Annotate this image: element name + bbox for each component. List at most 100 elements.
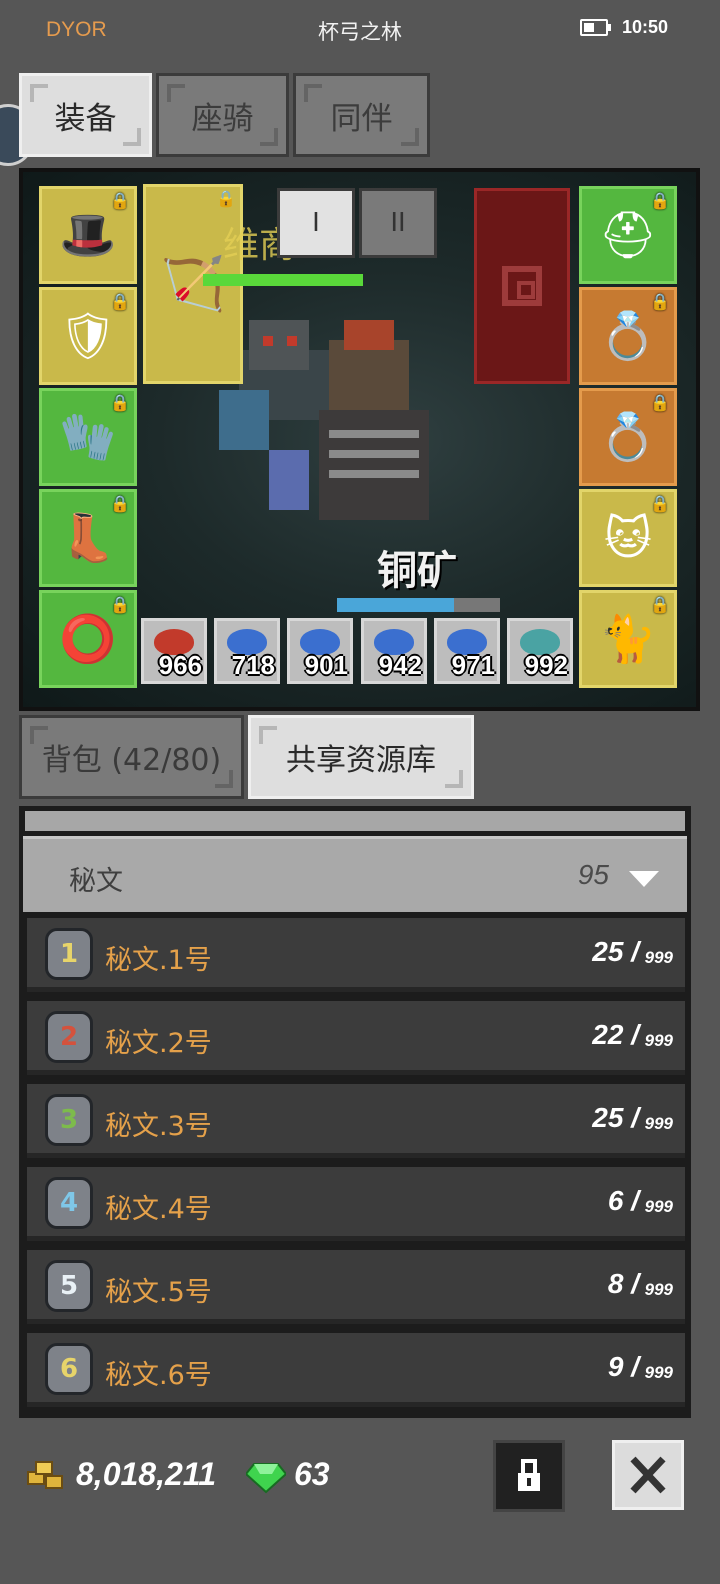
resource-count: 992 [524, 650, 568, 680]
resource-count: 718 [231, 650, 275, 680]
crown-helmet-icon: 🎩 [59, 207, 117, 262]
rune-stone-icon: 2 [45, 1011, 93, 1063]
item-name: 秘文.3号 [105, 1111, 212, 1142]
horned-helmet-icon: ⛑ [598, 207, 658, 262]
tab-equipment-label: 装备 [54, 100, 117, 137]
gold-amount: 8,018,211 [76, 1456, 216, 1492]
item-name: 秘文.2号 [105, 1028, 212, 1059]
equip-slot-ring-1[interactable]: 🔒 💍 [579, 287, 677, 385]
gem-amount: 63 [294, 1456, 330, 1492]
tab-backpack[interactable]: 背包 (42/80) [19, 715, 244, 799]
gauntlet-icon: 🧤 [59, 409, 117, 464]
boots-icon: 👢 [59, 510, 117, 565]
category-dropdown[interactable]: 秘文 95 [23, 836, 687, 912]
resource-slot-2[interactable]: 718 [214, 618, 280, 684]
emerald-gem-icon [246, 1463, 286, 1494]
resource-slot-4[interactable]: 942 [361, 618, 427, 684]
rune-stone-icon: 6 [45, 1343, 93, 1395]
target-slot[interactable] [474, 188, 570, 384]
rune-stone-icon: 4 [45, 1177, 93, 1229]
gold-coins-icon [27, 1461, 63, 1489]
rune-stone-icon: 5 [45, 1260, 93, 1312]
tab-equipment[interactable]: 装备 [19, 73, 152, 157]
list-item[interactable]: 2 秘文.2号 22 / 999 [27, 1001, 685, 1075]
item-max: 999 [644, 1031, 673, 1050]
gold-ring-icon: 💍 [599, 409, 657, 464]
loadout-tab-1[interactable]: I [277, 188, 355, 258]
tab-mount-label: 座骑 [191, 100, 254, 137]
clock: 10:50 [622, 17, 669, 37]
resource-slot-6[interactable]: 992 [507, 618, 573, 684]
list-item[interactable]: 3 秘文.3号 25 / 999 [27, 1084, 685, 1158]
target-icon [502, 266, 542, 306]
skeleton-creature-sprite [219, 320, 429, 520]
item-name: 秘文.1号 [105, 945, 212, 976]
list-item[interactable]: 4 秘文.4号 6 / 999 [27, 1167, 685, 1241]
close-icon [630, 1456, 666, 1494]
item-max: 999 [644, 1114, 673, 1133]
belt-icon: ⭕ [59, 611, 117, 666]
item-max: 999 [644, 1363, 673, 1382]
resource-count: 942 [378, 650, 422, 680]
lock-icon: 🔒 [650, 494, 670, 513]
equip-slot-armor[interactable]: 🔒 🛡 [39, 287, 137, 385]
tab-companion-label: 同伴 [330, 100, 393, 137]
equip-slot-belt[interactable]: 🔒 ⭕ [39, 590, 137, 688]
panel-header-strip [25, 811, 685, 831]
tab-shared-resources-label: 共享资源库 [286, 743, 436, 778]
battle-scene: 🔒 🎩 🔒 🛡 🔒 🧤 🔒 👢 🔒 ⭕ 🔒 🏹 维商 I II 🔒 ⛑ 🔒 💍 … [19, 168, 700, 711]
list-item[interactable]: 1 秘文.1号 25 / 999 [27, 918, 685, 992]
companion-portrait-icon: 🐱 [604, 511, 652, 565]
category-count: 95 [577, 859, 609, 890]
item-max: 999 [644, 948, 673, 967]
item-quantity: 9 / [607, 1351, 639, 1382]
item-quantity: 25 / [592, 1102, 639, 1133]
tab-mount[interactable]: 座骑 [156, 73, 289, 157]
mob-health-fill [337, 598, 455, 612]
gold-ring-icon: 💍 [599, 308, 657, 363]
rune-stone-icon: 3 [45, 1094, 93, 1146]
close-button[interactable] [612, 1440, 684, 1510]
tab-companion[interactable]: 同伴 [293, 73, 430, 157]
item-name: 秘文.6号 [105, 1360, 212, 1391]
resource-slot-5[interactable]: 971 [434, 618, 500, 684]
resource-slot-3[interactable]: 901 [287, 618, 353, 684]
resource-count: 966 [158, 650, 202, 680]
item-quantity: 8 / [607, 1268, 639, 1299]
item-name: 秘文.4号 [105, 1194, 212, 1225]
equip-slot-pet[interactable]: 🔒 🐈 [579, 590, 677, 688]
lock-icon: 🔒 [216, 189, 236, 208]
resource-count: 901 [304, 650, 348, 680]
loadout-tab-2[interactable]: II [359, 188, 437, 258]
item-quantity: 6 / [607, 1185, 639, 1216]
item-name: 秘文.5号 [105, 1277, 212, 1308]
item-quantity: 22 / [592, 1019, 639, 1050]
equip-slot-gloves[interactable]: 🔒 🧤 [39, 388, 137, 486]
equip-slot-horned-helmet[interactable]: 🔒 ⛑ [579, 186, 677, 284]
mob-name: 铜矿 [377, 548, 457, 594]
rune-stone-icon: 1 [45, 928, 93, 980]
equip-slot-helmet[interactable]: 🔒 🎩 [39, 186, 137, 284]
mob-health-bar [337, 598, 500, 612]
tab-backpack-label: 背包 (42/80) [41, 743, 222, 778]
list-item[interactable]: 5 秘文.5号 8 / 999 [27, 1250, 685, 1324]
resource-slot-1[interactable]: 966 [141, 618, 207, 684]
category-label: 秘文 [69, 866, 123, 897]
cat-portrait-icon: 🐈 [599, 611, 657, 666]
app-title: 杯弓之林 [318, 20, 402, 44]
list-item[interactable]: 6 秘文.6号 9 / 999 [27, 1333, 685, 1407]
equip-slot-ring-2[interactable]: 🔒 💍 [579, 388, 677, 486]
tab-shared-resources[interactable]: 共享资源库 [248, 715, 474, 799]
item-max: 999 [644, 1197, 673, 1216]
equip-slot-companion[interactable]: 🔒 🐱 [579, 489, 677, 587]
lock-button[interactable] [493, 1440, 565, 1512]
armor-icon: 🛡 [58, 308, 118, 363]
resource-count: 971 [451, 650, 495, 680]
player-health-bar [203, 274, 363, 286]
chevron-down-icon [629, 871, 659, 887]
battery-icon [580, 19, 611, 36]
lock-icon [518, 1459, 540, 1491]
item-max: 999 [644, 1280, 673, 1299]
equip-slot-boots[interactable]: 🔒 👢 [39, 489, 137, 587]
item-quantity: 25 / [592, 936, 639, 967]
